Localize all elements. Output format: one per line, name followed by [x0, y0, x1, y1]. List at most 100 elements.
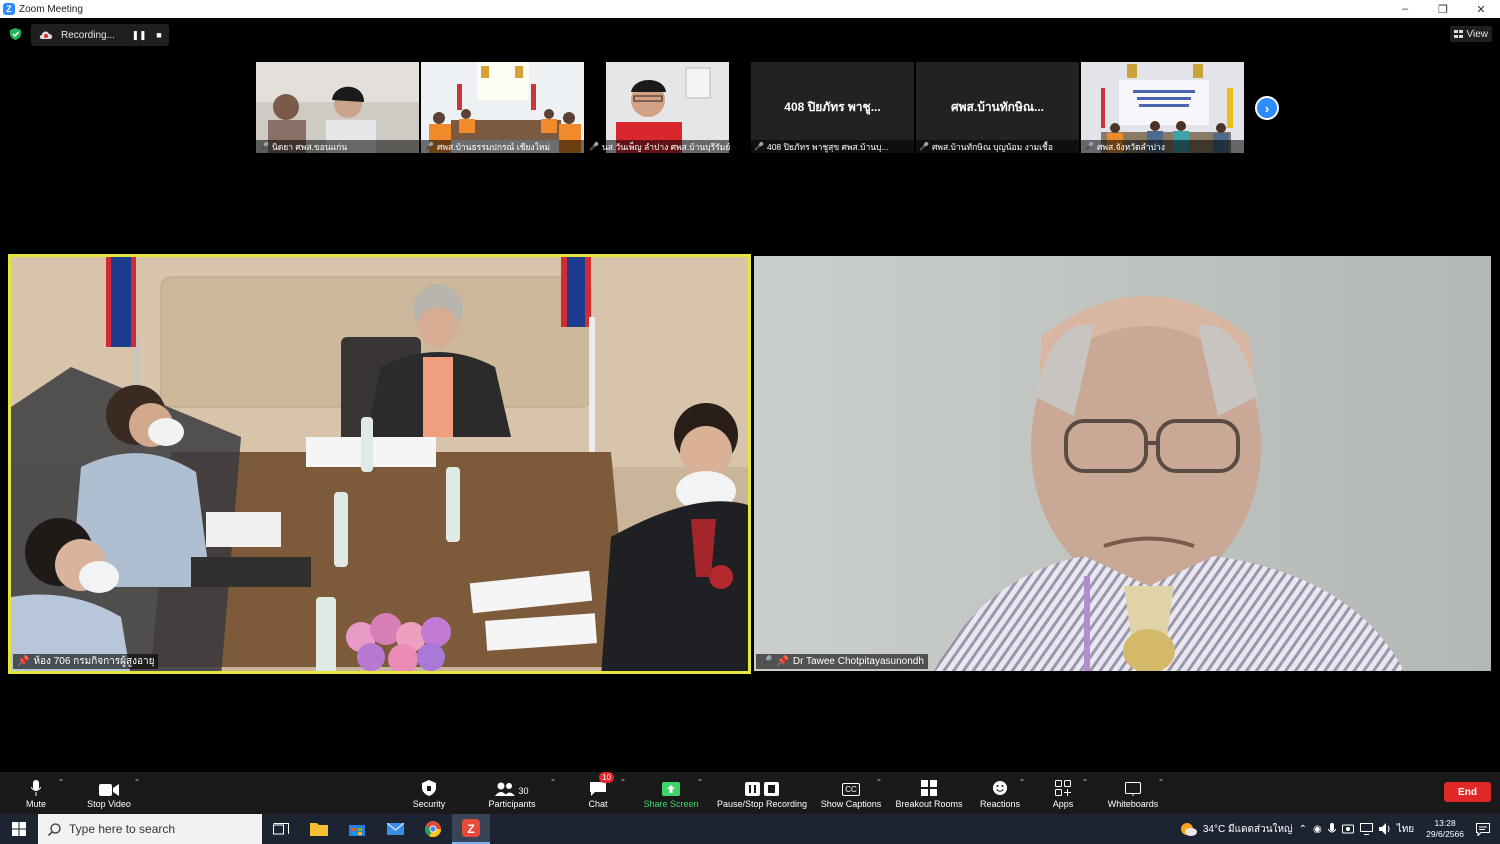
- system-tray: 34°C มีแดดส่วนใหญ่ ⌃ ◉ ไทย 13:28 29/6/25…: [1179, 814, 1500, 844]
- muted-mic-icon: 🎤: [919, 142, 929, 151]
- notification-center-icon[interactable]: [1476, 822, 1490, 836]
- mute-button[interactable]: Mute: [22, 772, 50, 814]
- file-explorer-button[interactable]: [300, 814, 338, 844]
- speaker-volume-icon[interactable]: [1378, 823, 1391, 835]
- pause-stop-recording-button[interactable]: Pause/Stop Recording: [714, 772, 810, 814]
- muted-mic-icon: 🎤: [760, 656, 773, 667]
- participant-thumbnail[interactable]: 🎤 นส.วันเพ็ญ ลำปาง ศพส.บ้านบุรีรัมย์: [586, 62, 749, 153]
- participants-icon: [495, 782, 516, 796]
- muted-mic-icon: 🎤: [589, 142, 599, 151]
- tile-name-label: 🎤 📌 Dr Tawee Chotpitayasunondh: [756, 654, 928, 669]
- participant-display-name: ศพส.บ้านทักษิณ...: [951, 100, 1044, 114]
- thumbnail-name: 🎤 นส.วันเพ็ญ ลำปาง ศพส.บ้านบุรีรัมย์: [586, 140, 749, 153]
- start-button[interactable]: [0, 814, 38, 844]
- cloud-record-icon: [39, 31, 53, 39]
- window-controls: – ❐ ✕: [1386, 0, 1500, 18]
- zoom-app-icon: Z: [462, 819, 480, 837]
- next-page-arrow-icon[interactable]: ›: [1255, 96, 1279, 120]
- participant-thumbnail[interactable]: ศพส.บ้านทักษิณ... 🎤 ศพส.บ้านทักษิณ บุญน้อ…: [916, 62, 1079, 153]
- end-meeting-button[interactable]: End: [1444, 782, 1491, 802]
- taskbar-search-input[interactable]: Type here to search: [38, 814, 262, 844]
- video-feed: [11, 257, 748, 671]
- store-icon: [349, 825, 365, 836]
- tray-microphone-icon[interactable]: [1327, 823, 1336, 835]
- audio-options-caret[interactable]: ⌃: [56, 772, 66, 814]
- minimize-button[interactable]: –: [1386, 0, 1424, 18]
- whiteboards-button[interactable]: Whiteboards: [1104, 772, 1162, 814]
- muted-mic-icon: 🎤: [424, 142, 434, 151]
- chrome-button[interactable]: [414, 814, 452, 844]
- clock-time: 13:28: [1434, 818, 1456, 828]
- weather-sun-icon: [1180, 823, 1197, 836]
- svg-text:Z: Z: [467, 822, 474, 836]
- participant-thumbnail[interactable]: 408 ปิยภัทร พาชู... 🎤 408 ปิยภัทร พาชูสุข…: [751, 62, 914, 153]
- search-icon: [48, 822, 61, 836]
- stop-video-button[interactable]: Stop Video: [82, 772, 136, 814]
- windows-logo-icon: [12, 822, 26, 836]
- window-title: Zoom Meeting: [19, 3, 83, 15]
- folder-icon: [310, 823, 328, 836]
- thumbnail-name: 🎤 ศพส.จังหวัดลำปาง: [1081, 140, 1244, 153]
- task-view-button[interactable]: [262, 814, 300, 844]
- share-screen-button[interactable]: Share Screen: [642, 772, 700, 814]
- apps-button[interactable]: Apps: [1048, 772, 1078, 814]
- share-options-caret[interactable]: ⌃: [695, 772, 705, 814]
- participant-display-name: 408 ปิยภัทร พาชู...: [784, 100, 881, 114]
- captions-options-caret[interactable]: ⌃: [874, 772, 884, 814]
- video-options-caret[interactable]: ⌃: [132, 772, 142, 814]
- view-button[interactable]: View: [1449, 26, 1492, 42]
- participants-options-caret[interactable]: ⌃: [548, 772, 558, 814]
- mail-icon: [386, 823, 404, 835]
- thumbnail-name: 🎤 นิดยา ศพส.ขอนแก่น: [256, 140, 419, 153]
- pin-icon: 📌: [17, 656, 30, 667]
- microphone-icon: [31, 779, 41, 796]
- chrome-icon: [425, 821, 441, 837]
- input-language[interactable]: ไทย: [1397, 822, 1414, 837]
- network-icon[interactable]: [1359, 823, 1373, 835]
- participant-thumbnail[interactable]: 🎤 ศพส.บ้านธรรมปกรณ์ เชียงใหม่: [421, 62, 584, 153]
- reactions-options-caret[interactable]: ⌃: [1017, 772, 1027, 814]
- muted-mic-icon: 🎤: [754, 142, 764, 151]
- participant-video-tile[interactable]: 🎤 📌 Dr Tawee Chotpitayasunondh: [754, 256, 1491, 671]
- participant-thumbnail[interactable]: 🎤 ศพส.จังหวัดลำปาง: [1081, 62, 1244, 153]
- close-button[interactable]: ✕: [1462, 0, 1500, 18]
- encryption-shield-icon[interactable]: [10, 28, 21, 40]
- reactions-button[interactable]: Reactions: [978, 772, 1022, 814]
- chat-button[interactable]: 10 Chat: [584, 771, 614, 814]
- meeting-toolbar: Mute ⌃ Stop Video ⌃ Security 30 Particip…: [0, 771, 1500, 814]
- video-camera-icon: [99, 783, 119, 796]
- zoom-taskbar-button[interactable]: Z: [452, 814, 490, 844]
- restore-button[interactable]: ❐: [1424, 0, 1462, 18]
- microsoft-store-button[interactable]: [338, 814, 376, 844]
- mail-button[interactable]: [376, 814, 414, 844]
- chat-options-caret[interactable]: ⌃: [618, 772, 628, 814]
- stop-recording-button[interactable]: ■: [149, 30, 169, 40]
- camera-privacy-icon[interactable]: [1341, 823, 1354, 835]
- tray-app-icon[interactable]: ◉: [1313, 824, 1322, 835]
- emoji-reaction-icon: [993, 780, 1007, 795]
- breakout-rooms-button[interactable]: Breakout Rooms: [894, 772, 964, 814]
- tile-name-label: 📌 ห้อง 706 กรมกิจการผู้สูงอายุ: [13, 654, 159, 669]
- participants-button[interactable]: 30 Participants: [484, 772, 540, 814]
- pin-icon: 📌: [776, 656, 789, 667]
- security-button[interactable]: Security: [408, 772, 450, 814]
- zoom-logo-icon: Z: [3, 3, 15, 15]
- share-screen-icon: [662, 781, 680, 796]
- clock-date: 29/6/2566: [1426, 829, 1464, 839]
- breakout-rooms-icon: [921, 779, 937, 796]
- whiteboards-options-caret[interactable]: ⌃: [1156, 772, 1166, 814]
- participant-thumbnail[interactable]: 🎤 นิดยา ศพส.ขอนแก่น: [256, 62, 419, 153]
- show-hidden-icons-icon[interactable]: ⌃: [1299, 824, 1307, 835]
- pause-recording-button[interactable]: ❚❚: [129, 30, 149, 41]
- gallery-strip: 🎤 นิดยา ศพส.ขอนแก่น 🎤 ศพส.บ้านธรรมปกรณ์ เช…: [256, 62, 1244, 153]
- thumbnail-name: 🎤 ศพส.บ้านธรรมปกรณ์ เชียงใหม่: [421, 140, 584, 153]
- whiteboard-icon: [1125, 781, 1141, 796]
- weather-text[interactable]: 34°C มีแดดส่วนใหญ่: [1203, 822, 1293, 837]
- grid-view-icon: [1453, 30, 1463, 38]
- pause-stop-icon: [745, 781, 779, 796]
- meeting-stage: Recording... ❚❚ ■ View 🎤 นิดยา ศพส.ขอนแก่…: [0, 18, 1500, 772]
- active-speaker-tile[interactable]: 📌 ห้อง 706 กรมกิจการผู้สูงอายุ: [8, 254, 751, 674]
- muted-mic-icon: 🎤: [1084, 142, 1094, 151]
- apps-options-caret[interactable]: ⌃: [1080, 772, 1090, 814]
- taskbar-clock[interactable]: 13:28 29/6/2566: [1426, 818, 1464, 840]
